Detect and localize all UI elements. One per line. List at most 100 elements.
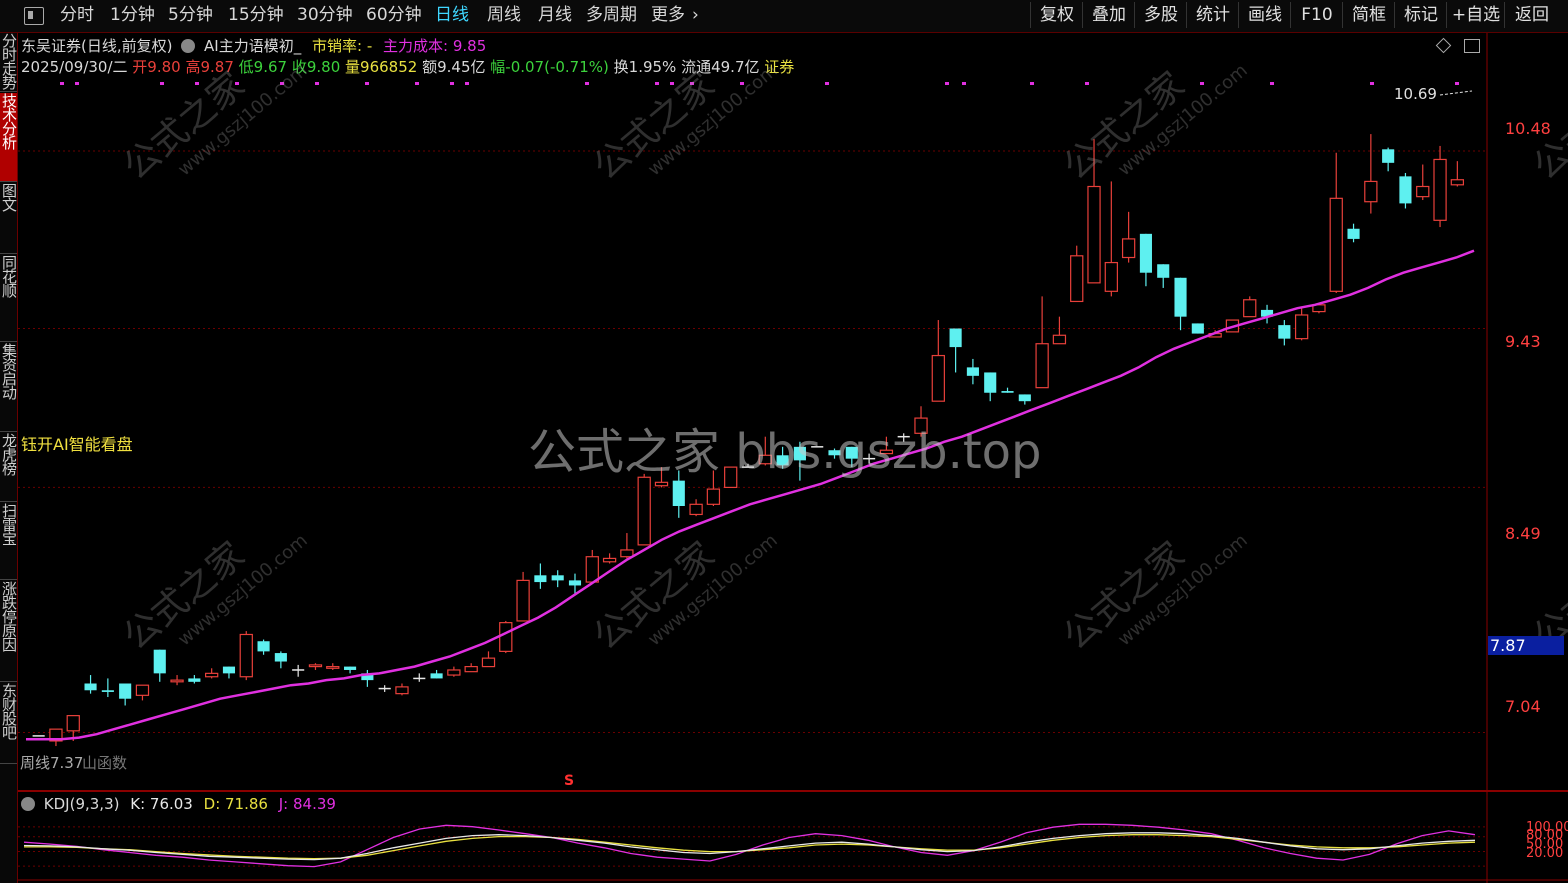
price-axis-label: 8.49 <box>1505 524 1541 543</box>
candle-body <box>620 549 634 558</box>
candle-body <box>551 575 564 581</box>
candle-body <box>984 372 997 393</box>
candle-body <box>966 367 979 376</box>
quote-amount: 额9.45亿 <box>422 58 486 76</box>
candle-body <box>222 666 236 674</box>
candle-body <box>1433 158 1447 221</box>
candle-body <box>499 622 513 652</box>
signal-dot <box>415 82 419 85</box>
candle-body <box>119 683 132 699</box>
candle-body <box>568 580 582 586</box>
candle-body <box>481 657 496 668</box>
price-axis-label: 7.87 <box>1488 636 1564 655</box>
candle-body <box>257 641 270 652</box>
candle-body <box>1104 261 1118 292</box>
kdj-j-line <box>23 823 1476 868</box>
ps-ratio: 市销率: - <box>312 37 373 55</box>
candle-body <box>135 684 150 696</box>
candle-body <box>1052 334 1067 345</box>
candle-body <box>1121 238 1136 259</box>
candle-body <box>1347 228 1360 239</box>
candle-body <box>585 556 599 583</box>
candle-body <box>516 579 530 622</box>
signal-dot <box>1455 82 1459 85</box>
candle-body <box>689 503 703 516</box>
candle-body <box>1174 277 1187 317</box>
quote-open: 开9.80 <box>132 58 181 76</box>
candle-body <box>672 480 685 506</box>
candle-body <box>101 690 114 692</box>
candle-body <box>1070 255 1084 303</box>
kdj-d-line <box>24 834 1476 860</box>
candle-body <box>1364 180 1378 203</box>
candle-body <box>274 653 287 662</box>
signal-dot <box>315 82 319 85</box>
signal-dot <box>1370 82 1374 85</box>
candle-body <box>66 715 80 732</box>
candle-body <box>395 686 409 695</box>
quote-date: 2025/09/30/二 <box>21 58 128 76</box>
kdj-d: D: 71.86 <box>203 795 268 813</box>
signal-dot <box>945 82 949 85</box>
candle-body <box>430 673 443 679</box>
kdj-k: K: 76.03 <box>130 795 193 813</box>
indicator-circle-icon[interactable] <box>181 39 196 53</box>
stock-title[interactable]: 东吴证券(日线,前复权) <box>21 37 172 55</box>
candle-body <box>1294 314 1309 340</box>
ai-analysis-button[interactable]: 钰开AI智能看盘 <box>21 431 133 455</box>
candle-body <box>1157 264 1170 278</box>
max-price-marker: 10.69 <box>1394 85 1437 103</box>
candle-body <box>344 666 357 670</box>
watermark-center: 公式之家 bbs.gszb.top <box>528 424 1042 480</box>
candle-body <box>1399 176 1412 204</box>
candle-body <box>1416 185 1430 198</box>
candle-body <box>1191 323 1204 334</box>
kdj-header: KDJ(9,3,3) K: 76.03 D: 71.86 J: 84.39 <box>21 795 336 813</box>
candle-body <box>308 664 323 668</box>
kdj-j: J: 84.39 <box>278 795 336 813</box>
signal-dot <box>365 82 369 85</box>
kdj-name[interactable]: KDJ(9,3,3) <box>44 795 120 813</box>
quote-turnover: 换1.95% <box>613 58 677 76</box>
signal-dot <box>160 82 164 85</box>
max-marker-arrow <box>1439 90 1473 96</box>
signal-dot <box>60 82 64 85</box>
signal-dot <box>962 82 966 85</box>
candle-body <box>1001 391 1014 393</box>
candle-body <box>326 665 340 669</box>
candle-body <box>239 633 253 678</box>
price-axis-label: 10.48 <box>1505 119 1551 138</box>
candle-body <box>654 481 669 487</box>
candle-body <box>170 679 184 683</box>
kdj-axis-label: 20.00 <box>1526 846 1564 861</box>
candle-body <box>1035 343 1049 389</box>
price-axis-label: 9.43 <box>1505 332 1541 351</box>
candle-body <box>84 683 97 691</box>
candle-body <box>205 672 219 678</box>
candle-body <box>637 476 651 546</box>
candle-body <box>602 557 617 563</box>
signal-dot <box>465 82 469 85</box>
kdj-circle-icon[interactable] <box>21 797 35 811</box>
signal-dot <box>1030 82 1034 85</box>
candle-body <box>1382 149 1395 163</box>
signal-dot <box>825 82 829 85</box>
candle-body <box>1329 197 1343 292</box>
signal-dot <box>585 82 589 85</box>
candle-body <box>464 665 478 673</box>
candle-body <box>1139 233 1152 273</box>
candle-body <box>1278 325 1291 339</box>
mountain-function-label: 山函数 <box>82 754 128 772</box>
signal-dot <box>1270 82 1274 85</box>
sell-signal-marker: S <box>564 773 575 789</box>
price-axis-label: 7.04 <box>1505 697 1541 716</box>
candle-body <box>534 575 547 583</box>
signal-dot <box>75 82 79 85</box>
weekly-label: 周线7.37 <box>20 754 84 772</box>
window-icon[interactable] <box>1464 39 1480 53</box>
candle-body <box>447 669 461 676</box>
candle-body <box>949 328 962 348</box>
quote-volume: 量966852 <box>345 58 418 76</box>
candle-body <box>1243 299 1257 318</box>
signal-dot <box>450 82 454 85</box>
